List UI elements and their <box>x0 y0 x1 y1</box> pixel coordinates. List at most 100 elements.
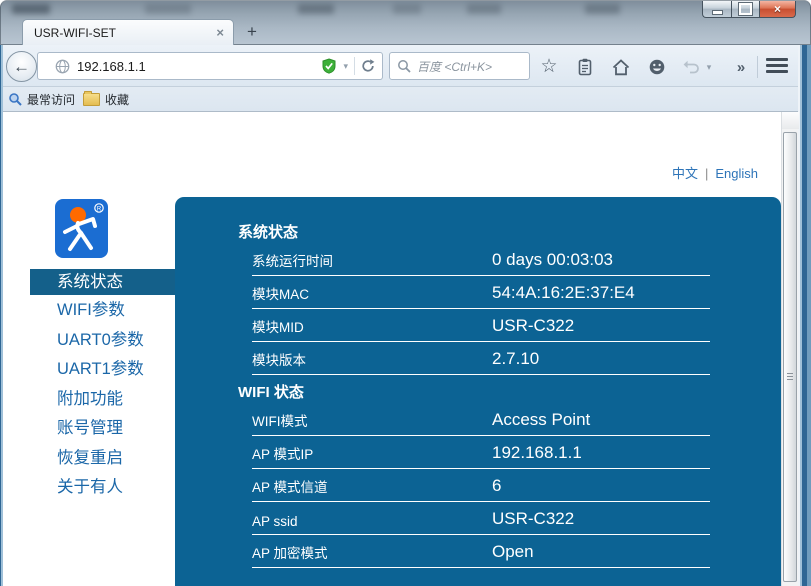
section-wifi-status: WIFI 状态 WIFI模式 Access Point AP 模式IP 192.… <box>238 383 781 568</box>
row-label: WIFI模式 <box>252 410 492 430</box>
bookmark-most-visited[interactable]: 最常访问 <box>8 91 75 108</box>
language-english-link[interactable]: English <box>715 166 758 181</box>
row-label: 模块MAC <box>252 283 492 303</box>
row-label: 模块版本 <box>252 349 492 369</box>
status-row: WIFI模式 Access Point <box>252 403 710 436</box>
search-icon <box>397 59 411 73</box>
shield-dropdown-icon[interactable]: ▾ <box>343 61 348 72</box>
row-label: AP 加密模式 <box>252 542 492 562</box>
folder-icon <box>83 93 100 106</box>
close-window-button[interactable]: × <box>760 1 796 18</box>
minimize-button[interactable] <box>702 1 731 18</box>
row-label: AP 模式IP <box>252 443 492 463</box>
undo-button <box>682 57 702 77</box>
maximize-icon <box>739 3 752 15</box>
row-label: 系统运行时间 <box>252 250 492 270</box>
status-row: AP 加密模式 Open <box>252 535 710 568</box>
sidebar-item-restore-restart[interactable]: 恢复重启 <box>30 444 176 474</box>
status-row: 模块MAC 54:4A:16:2E:37:E4 <box>252 276 710 309</box>
browser-tab[interactable]: USR-WIFI-SET × <box>22 19 234 45</box>
toolbar-divider <box>757 56 758 78</box>
search-placeholder: 百度 <Ctrl+K> <box>417 58 492 75</box>
undo-dropdown-button[interactable]: ▾ <box>703 57 715 77</box>
status-row: 模块MID USR-C322 <box>252 309 710 342</box>
scrollbar-grip-icon <box>787 373 793 382</box>
language-separator: | <box>705 166 708 181</box>
language-chinese-link[interactable]: 中文 <box>672 166 698 181</box>
row-value: Access Point <box>492 410 590 430</box>
bookmarks-clipboard-icon <box>577 58 593 76</box>
row-value: 192.168.1.1 <box>492 443 582 463</box>
language-switch: 中文 | English <box>600 163 758 182</box>
status-row: AP 模式信道 6 <box>252 469 710 502</box>
row-label: 模块MID <box>252 316 492 336</box>
scrollbar-thumb[interactable] <box>783 132 797 582</box>
sidebar-item-system-status[interactable]: 系统状态 <box>30 269 176 295</box>
sidebar-item-extra-functions[interactable]: 附加功能 <box>30 385 176 415</box>
bookmark-favorites-folder[interactable]: 收藏 <box>83 91 129 108</box>
globe-icon <box>55 59 70 74</box>
url-text[interactable]: 192.168.1.1 <box>77 59 321 74</box>
row-value: Open <box>492 542 534 562</box>
section-system-status: 系统状态 系统运行时间 0 days 00:03:03 模块MAC 54:4A:… <box>238 223 781 375</box>
title-bar[interactable]: × USR-WIFI-SET × + <box>0 0 811 45</box>
overflow-button[interactable]: » <box>731 57 751 77</box>
section-title: 系统状态 <box>238 223 781 243</box>
smiley-icon <box>648 58 666 76</box>
close-icon: × <box>774 2 781 16</box>
row-label: AP ssid <box>252 514 492 529</box>
row-value: 54:4A:16:2E:37:E4 <box>492 283 635 303</box>
glass-blur-blob <box>585 4 620 14</box>
row-value: 6 <box>492 476 501 496</box>
tab-title: USR-WIFI-SET <box>23 26 207 40</box>
favorites-label: 收藏 <box>105 91 129 108</box>
glass-blur-blob <box>298 4 334 14</box>
section-title: WIFI 状态 <box>238 383 781 403</box>
reload-icon[interactable] <box>361 59 375 73</box>
menu-button[interactable] <box>766 58 788 75</box>
glass-blur-blob <box>145 4 191 14</box>
back-arrow-icon: ← <box>13 57 30 77</box>
status-row: 模块版本 2.7.10 <box>252 342 710 375</box>
window-frame-right <box>798 45 811 586</box>
minimize-icon <box>712 10 723 15</box>
status-row: AP 模式IP 192.168.1.1 <box>252 436 710 469</box>
sidebar-item-about[interactable]: 关于有人 <box>30 473 176 503</box>
window-controls: × <box>702 1 796 18</box>
status-panel: 系统状态 系统运行时间 0 days 00:03:03 模块MAC 54:4A:… <box>175 197 781 586</box>
row-value: USR-C322 <box>492 316 574 336</box>
caret-down-icon: ▾ <box>707 62 712 73</box>
home-icon <box>612 59 630 76</box>
navigation-toolbar: ← 192.168.1.1 ▾ <box>0 45 811 87</box>
bookmarks-bar: 最常访问 收藏 <box>0 87 811 112</box>
chevron-double-right-icon: » <box>737 59 745 76</box>
row-label: AP 模式信道 <box>252 476 492 496</box>
row-value: 0 days 00:03:03 <box>492 250 613 270</box>
most-visited-icon <box>8 92 22 106</box>
search-input[interactable]: 百度 <Ctrl+K> <box>389 52 530 80</box>
scroll-up-button[interactable] <box>782 112 799 129</box>
home-button[interactable] <box>611 57 631 77</box>
feedback-smiley-button[interactable] <box>647 57 667 77</box>
status-row: 系统运行时间 0 days 00:03:03 <box>252 243 710 276</box>
sidebar-item-account-management[interactable]: 账号管理 <box>30 414 176 444</box>
sidebar-item-uart1-params[interactable]: UART1参数 <box>30 355 176 385</box>
sidebar-menu: WIFI参数 UART0参数 UART1参数 附加功能 账号管理 恢复重启 关于… <box>30 296 176 503</box>
glass-blur-blob <box>467 4 501 14</box>
url-bar[interactable]: 192.168.1.1 ▾ <box>37 52 383 80</box>
maximize-button[interactable] <box>731 1 760 18</box>
most-visited-label: 最常访问 <box>27 91 75 108</box>
glass-blur-blob <box>393 4 421 14</box>
back-button[interactable]: ← <box>6 51 37 82</box>
security-shield-icon[interactable] <box>321 58 337 74</box>
star-icon: ☆ <box>540 58 557 76</box>
sidebar-item-wifi-params[interactable]: WIFI参数 <box>30 296 176 326</box>
tab-close-button[interactable]: × <box>207 25 233 40</box>
bookmarks-menu-button[interactable] <box>575 57 595 77</box>
sidebar-item-uart0-params[interactable]: UART0参数 <box>30 326 176 356</box>
row-value: USR-C322 <box>492 509 574 529</box>
status-row: AP ssid USR-C322 <box>252 502 710 535</box>
bookmark-star-button[interactable]: ☆ <box>539 57 559 77</box>
new-tab-button[interactable]: + <box>240 21 264 43</box>
vertical-scrollbar[interactable] <box>781 112 798 586</box>
